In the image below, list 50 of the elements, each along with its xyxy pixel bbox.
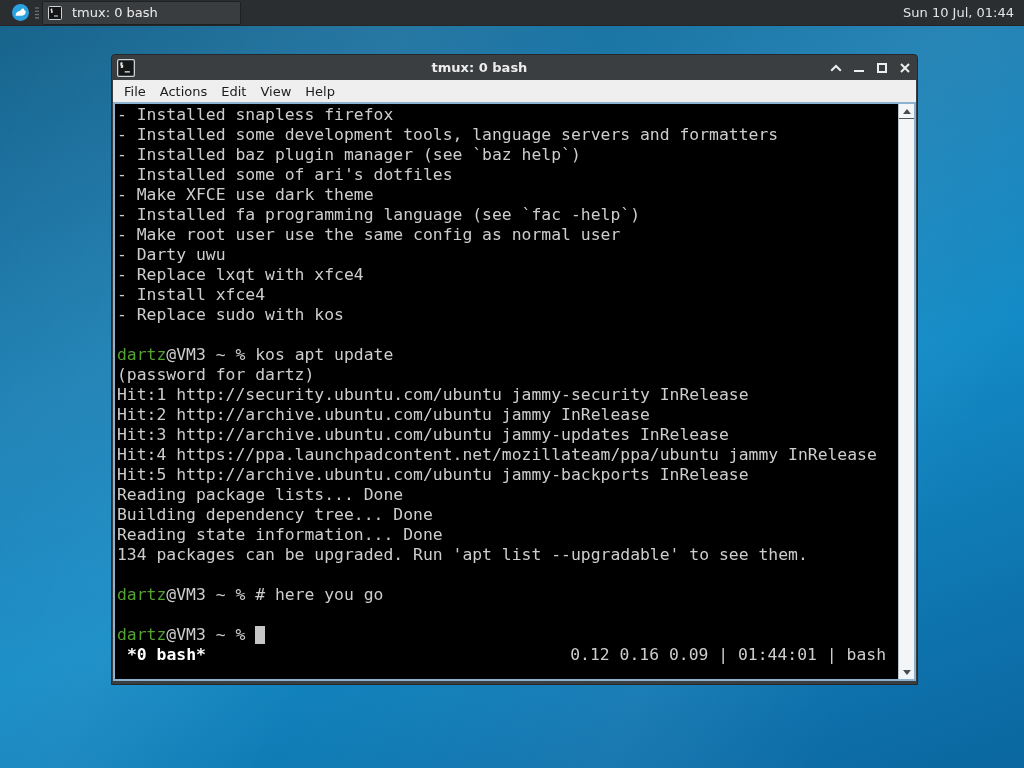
- scroll-down-icon[interactable]: [902, 669, 911, 675]
- prompt-host-path: @VM3 ~ %: [166, 625, 246, 644]
- output-line: - Installed some of ari's dotfiles: [117, 165, 453, 184]
- output-line: Hit:4 https://ppa.launchpadcontent.net/mozillateam/ppa/ubuntu jammy InRelease: [117, 445, 877, 464]
- output-line: Building dependency tree... Done: [117, 505, 433, 524]
- output-line: - Replace lxqt with xfce4: [117, 265, 364, 284]
- output-line: Hit:5 http://archive.ubuntu.com/ubuntu jammy-backports InRelease: [117, 465, 749, 484]
- tmux-status-info: 0.12 0.16 0.09 | 01:44:01 | bash: [570, 645, 886, 665]
- window-title: tmux: 0 bash: [430, 60, 529, 75]
- output-line: - Installed baz plugin manager (see `baz help`): [117, 145, 581, 164]
- command-text: kos apt update: [255, 345, 394, 364]
- scroll-up-icon[interactable]: [902, 108, 911, 114]
- scrollbar[interactable]: [898, 104, 914, 679]
- tmux-window-tab[interactable]: *0 bash*: [127, 645, 206, 665]
- minimize-icon: [853, 70, 864, 72]
- prompt-username: dartz: [117, 585, 167, 604]
- chevron-up-icon: [829, 63, 842, 72]
- output-line: Hit:2 http://archive.ubuntu.com/ubuntu jammy InRelease: [117, 405, 650, 424]
- output-line: 134 packages can be upgraded. Run 'apt list --upgradable' to see them.: [117, 545, 808, 564]
- menu-item[interactable]: Help: [298, 81, 342, 101]
- menu-item[interactable]: Actions: [152, 81, 215, 101]
- output-line: Hit:3 http://archive.ubuntu.com/ubuntu jammy-updates InRelease: [117, 425, 729, 444]
- command-text: # here you go: [255, 585, 384, 604]
- prompt-username: dartz: [117, 345, 167, 364]
- menu-item[interactable]: Edit: [214, 81, 254, 101]
- output-line: - Make root user use the same config as normal user: [117, 225, 621, 244]
- prompt-host-path: @VM3 ~ %: [166, 345, 246, 364]
- output-line: - Make XFCE use dark theme: [117, 185, 374, 204]
- menu-item[interactable]: View: [253, 81, 299, 101]
- taskbar-button[interactable]: tmux: 0 bash: [42, 0, 241, 25]
- panel-grip-icon[interactable]: [35, 5, 39, 20]
- output-line: - Replace sudo with kos: [117, 305, 344, 324]
- prompt-host-path: @VM3 ~ %: [166, 585, 246, 604]
- terminal-icon: [117, 58, 135, 77]
- output-line: Hit:1 http://security.ubuntu.com/ubuntu jammy-security InRelease: [117, 385, 749, 404]
- terminal-icon: [48, 5, 62, 20]
- output-line: - Installed some development tools, language servers and formatters: [117, 125, 779, 144]
- output-line: Reading state information... Done: [117, 525, 443, 544]
- logo-icon[interactable]: [12, 4, 29, 21]
- close-icon: [899, 62, 910, 73]
- panel-clock[interactable]: Sun 10 Jul, 01:44: [903, 5, 1014, 20]
- output-line: - Darty uwu: [117, 245, 226, 264]
- menu-item[interactable]: File: [117, 81, 153, 101]
- output-line: Reading package lists... Done: [117, 485, 404, 504]
- output-line: (password for dartz): [117, 365, 315, 384]
- maximize-icon: [876, 62, 887, 73]
- output-line: - Installed fa programming language (see `fac -help`): [117, 205, 640, 224]
- prompt-username: dartz: [117, 625, 167, 644]
- output-line: - Install xfce4: [117, 285, 266, 304]
- output-line: - Installed snapless firefox: [117, 105, 394, 124]
